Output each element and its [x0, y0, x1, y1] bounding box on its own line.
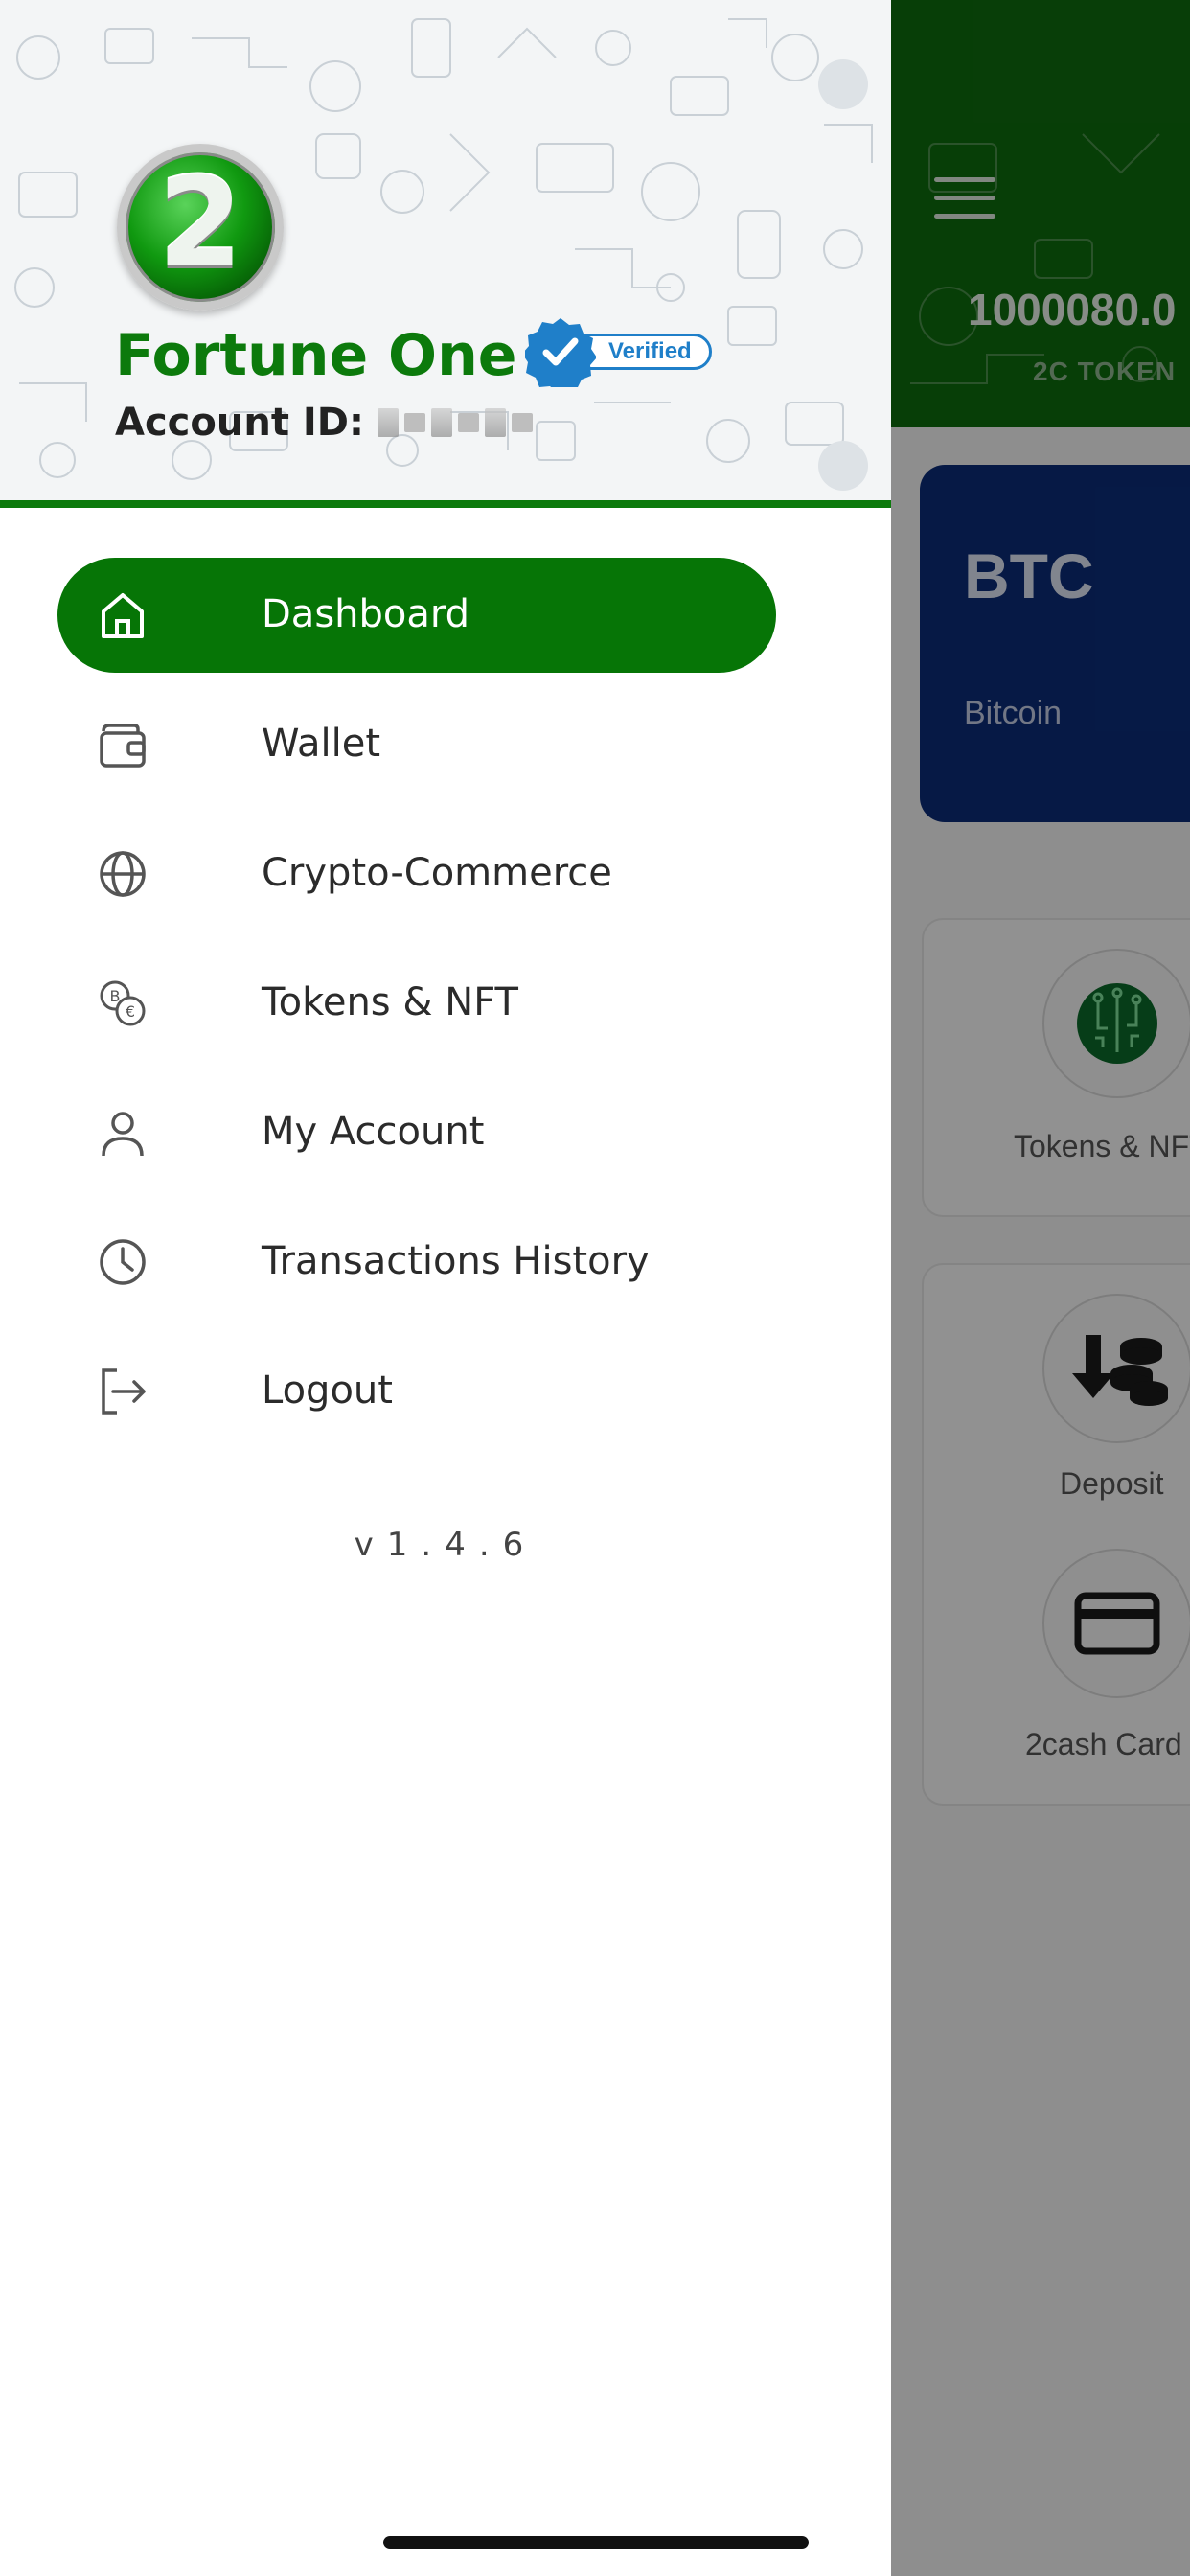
verified-status: Verified [525, 316, 712, 387]
drawer-menu: Dashboard Wallet Crypto-Commerce B € Tok… [57, 558, 776, 1463]
menu-item-label: Wallet [262, 722, 381, 766]
menu-item-label: Dashboard [262, 592, 470, 636]
menu-item-logout[interactable]: Logout [57, 1334, 776, 1449]
coins-icon: B € [100, 980, 146, 1026]
navigation-drawer: 2 Fortune One Verified Account ID: Dashb… [0, 0, 891, 2576]
menu-item-label: Crypto-Commerce [262, 851, 612, 895]
menu-item-wallet[interactable]: Wallet [57, 687, 776, 802]
globe-icon [100, 851, 146, 897]
menu-item-transactions-history[interactable]: Transactions History [57, 1205, 776, 1320]
home-icon [102, 593, 144, 638]
user-name: Fortune One [115, 322, 517, 389]
logout-icon [102, 1368, 146, 1414]
logo-text: 2 [157, 152, 243, 295]
drawer-header: 2 Fortune One Verified Account ID: [0, 0, 891, 508]
app-version: v1.4.6 [354, 1526, 538, 1564]
wallet-icon [100, 724, 146, 768]
menu-item-my-account[interactable]: My Account [57, 1075, 776, 1190]
menu-item-label: Logout [262, 1368, 393, 1413]
menu-item-label: My Account [262, 1110, 485, 1154]
verified-badge-icon [525, 318, 596, 387]
account-id: Account ID: [115, 401, 550, 445]
menu-item-label: Tokens & NFT [262, 980, 518, 1024]
home-indicator[interactable] [383, 2536, 809, 2549]
account-id-label: Account ID: [115, 401, 364, 445]
menu-item-crypto-commerce[interactable]: Crypto-Commerce [57, 816, 776, 932]
user-icon [102, 1112, 144, 1157]
menu-item-tokens-nft[interactable]: B € Tokens & NFT [57, 946, 776, 1061]
app-logo: 2 [117, 144, 284, 310]
menu-item-label: Transactions History [262, 1239, 650, 1283]
menu-item-dashboard[interactable]: Dashboard [57, 558, 776, 673]
clock-icon [100, 1239, 146, 1285]
account-id-redacted [377, 402, 550, 444]
svg-text:€: € [126, 1002, 135, 1021]
